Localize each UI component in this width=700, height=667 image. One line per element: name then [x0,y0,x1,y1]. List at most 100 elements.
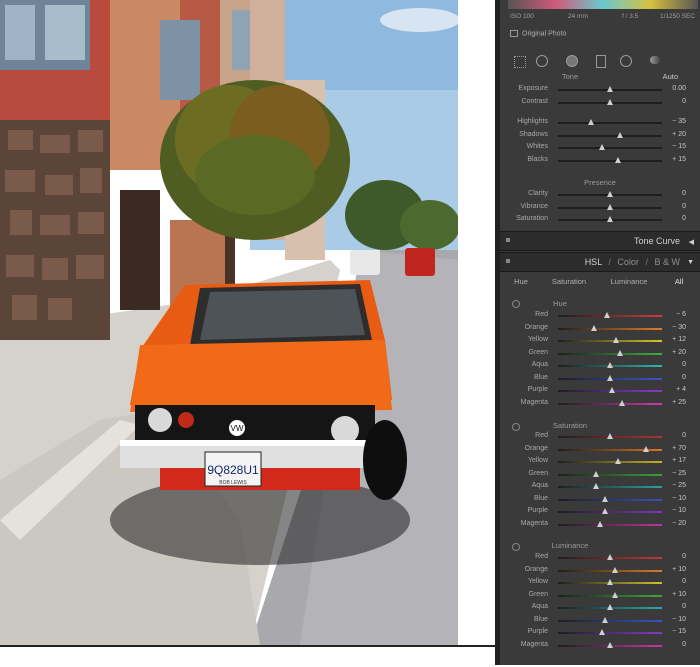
slider-value[interactable]: + 70 [672,445,686,452]
slider-value[interactable]: − 15 [672,143,686,150]
slider-thumb[interactable] [601,616,608,623]
spot-removal-icon[interactable] [566,55,578,67]
slider-row-purple[interactable]: Purple − 10 [500,506,700,518]
slider-row-aqua[interactable]: Aqua 0 [500,360,700,372]
slider-thumb[interactable] [607,86,613,92]
slider-value[interactable]: − 10 [672,495,686,502]
slider-value[interactable]: + 17 [672,457,686,464]
slider-row-orange[interactable]: Orange − 30 [500,323,700,335]
slider-row-saturation[interactable]: Saturation 0 [500,214,700,226]
slider-thumb[interactable] [643,445,650,452]
hsl-header[interactable]: HSL / Color / B & W ▼ [500,252,700,272]
slider-track[interactable] [558,402,662,405]
slider-value[interactable]: + 12 [672,336,686,343]
photo-canvas[interactable]: VW 9Q828U1 BOB LEWIS [0,0,458,645]
slider-track[interactable] [558,486,662,488]
collapse-left-icon[interactable]: ◀ [689,238,694,246]
slider-thumb[interactable] [609,387,616,393]
slider-value[interactable]: 0.00 [672,85,686,92]
slider-thumb[interactable] [607,191,613,197]
tab-saturation[interactable]: Saturation [544,275,594,289]
slider-row-aqua[interactable]: Aqua − 25 [500,481,700,493]
slider-thumb[interactable] [607,374,613,381]
slider-thumb[interactable] [598,144,605,151]
slider-row-magenta[interactable]: Magenta + 25 [500,398,700,410]
slider-row-blue[interactable]: Blue − 10 [500,494,700,506]
slider-thumb[interactable] [601,508,608,514]
slider-thumb[interactable] [607,579,613,585]
slider-thumb[interactable] [619,399,626,406]
slider-value[interactable]: + 20 [672,349,686,356]
slider-track[interactable] [558,134,662,137]
panel-switch-icon[interactable] [506,238,510,242]
slider-track[interactable] [558,340,662,342]
panel-switch-icon[interactable] [506,259,510,263]
slider-thumb[interactable] [593,483,600,489]
tab-all[interactable]: All [666,275,692,289]
slider-row-magenta[interactable]: Magenta − 20 [500,519,700,531]
slider-track[interactable] [558,160,662,163]
slider-value[interactable]: + 4 [676,386,686,393]
slider-track[interactable] [558,473,662,476]
graduated-filter-icon[interactable] [596,55,606,68]
slider-value[interactable]: − 30 [672,324,686,331]
tab-hue[interactable]: Hue [508,275,534,289]
slider-thumb[interactable] [596,520,603,527]
slider-row-yellow[interactable]: Yellow + 17 [500,456,700,468]
slider-thumb[interactable] [607,604,613,610]
slider-row-green[interactable]: Green + 20 [500,348,700,360]
slider-thumb[interactable] [612,591,619,598]
slider-track[interactable] [558,523,662,526]
slider-value[interactable]: 0 [682,361,686,368]
slider-value[interactable]: 0 [682,641,686,648]
slider-value[interactable]: + 25 [672,399,686,406]
slider-value[interactable]: 0 [682,553,686,560]
slider-thumb[interactable] [615,157,622,164]
slider-row-purple[interactable]: Purple − 15 [500,627,700,639]
slider-value[interactable]: + 20 [672,131,686,138]
slider-thumb[interactable] [603,312,610,318]
slider-thumb[interactable] [588,119,595,125]
slider-track[interactable] [558,594,662,597]
slider-row-red[interactable]: Red 0 [500,431,700,443]
tone-curve-header[interactable]: Tone Curve ◀ [500,231,700,251]
slider-row-contrast[interactable]: Contrast 0 [500,97,700,109]
slider-value[interactable]: − 25 [672,482,686,489]
slider-value[interactable]: − 10 [672,616,686,623]
slider-row-orange[interactable]: Orange + 70 [500,444,700,456]
crop-tool-icon[interactable] [536,55,548,67]
slider-value[interactable]: 0 [682,190,686,197]
slider-track[interactable] [558,147,662,150]
slider-track[interactable] [558,511,662,513]
slider-thumb[interactable] [607,216,613,222]
slider-row-red[interactable]: Red 0 [500,552,700,564]
slider-track[interactable] [558,352,662,355]
slider-thumb[interactable] [613,337,620,343]
slider-track[interactable] [558,632,662,634]
slider-thumb[interactable] [617,131,624,138]
slider-value[interactable]: 0 [682,432,686,439]
slider-row-blue[interactable]: Blue − 10 [500,615,700,627]
slider-row-highlights[interactable]: Highlights − 35 [500,117,700,129]
slider-thumb[interactable] [607,99,613,105]
tab-luminance[interactable]: Luminance [604,275,654,289]
grid-icon[interactable] [514,56,526,68]
slider-value[interactable]: − 10 [672,507,686,514]
slider-value[interactable]: 0 [682,603,686,610]
slider-row-whites[interactable]: Whites − 15 [500,142,700,154]
slider-thumb[interactable] [612,566,619,573]
slider-value[interactable]: 0 [682,203,686,210]
tone-auto-button[interactable]: Auto [663,72,678,81]
slider-value[interactable]: + 10 [672,591,686,598]
adjustment-brush-icon[interactable] [650,56,660,64]
slider-track[interactable] [558,498,662,501]
collapse-down-icon[interactable]: ▼ [687,259,694,266]
slider-track[interactable] [558,569,662,572]
slider-value[interactable]: + 15 [672,156,686,163]
slider-row-yellow[interactable]: Yellow 0 [500,577,700,589]
slider-row-green[interactable]: Green + 10 [500,590,700,602]
color-tab-link[interactable]: Color [617,257,639,267]
slider-value[interactable]: − 35 [672,118,686,125]
slider-track[interactable] [558,619,662,622]
slider-row-magenta[interactable]: Magenta 0 [500,640,700,652]
